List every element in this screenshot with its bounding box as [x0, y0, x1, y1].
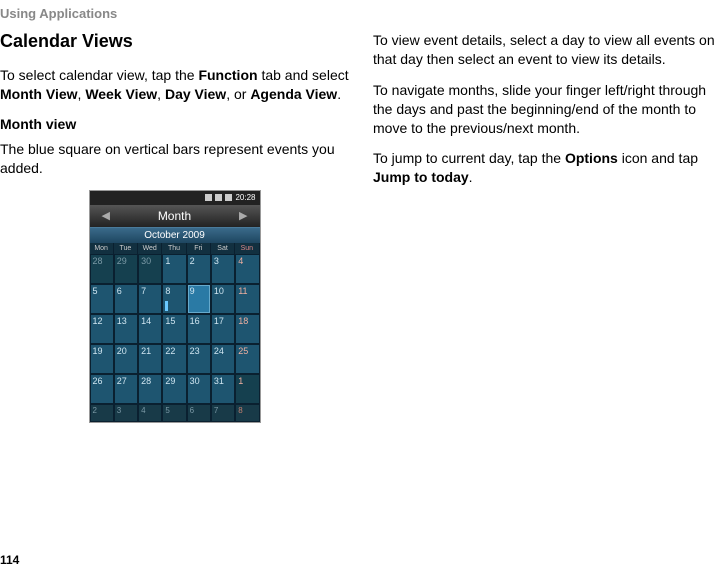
dow-mon: Mon — [90, 243, 114, 254]
day-cell: 18 — [235, 314, 259, 344]
intro-paragraph: To select calendar view, tap the Functio… — [0, 66, 349, 104]
day-cell: 24 — [211, 344, 235, 374]
function-label: Function — [198, 67, 257, 83]
day-cell: 4 — [138, 404, 162, 422]
day-cell: 19 — [90, 344, 114, 374]
day-cell: 6 — [187, 404, 211, 422]
content-columns: Calendar Views To select calendar view, … — [0, 31, 722, 423]
month-view-subhead: Month view — [0, 116, 349, 132]
signal-icon — [205, 194, 212, 201]
day-cell: 12 — [90, 314, 114, 344]
day-cell: 28 — [90, 254, 114, 284]
dow-wed: Wed — [138, 243, 162, 254]
text: . — [337, 86, 341, 102]
day-cell: 3 — [114, 404, 138, 422]
dow-tue: Tue — [114, 243, 138, 254]
options-label: Options — [565, 150, 618, 166]
day-cell-today: 9 — [187, 284, 211, 314]
day-cell: 2 — [187, 254, 211, 284]
network-icon — [215, 194, 222, 201]
day-cell: 5 — [162, 404, 186, 422]
day-cell: 4 — [235, 254, 259, 284]
phone-screenshot: 20:28 ◀ Month ▶ October 2009 Mon Tue Wed… — [89, 190, 261, 423]
day-cell: 15 — [162, 314, 186, 344]
month-view-label: Month View — [0, 86, 78, 102]
jump-to-today-label: Jump to today — [373, 169, 469, 185]
day-cell: 3 — [211, 254, 235, 284]
text: , or — [226, 86, 250, 102]
day-cell: 8 — [235, 404, 259, 422]
day-view-label: Day View — [165, 86, 226, 102]
day-of-week-row: Mon Tue Wed Thu Fri Sat Sun — [90, 243, 260, 254]
day-cell: 16 — [187, 314, 211, 344]
day-cell: 26 — [90, 374, 114, 404]
day-cell: 7 — [211, 404, 235, 422]
day-cell: 29 — [114, 254, 138, 284]
page-number: 114 — [0, 553, 19, 567]
dow-thu: Thu — [162, 243, 186, 254]
day-cell: 7 — [138, 284, 162, 314]
day-cell: 27 — [114, 374, 138, 404]
text: . — [469, 169, 473, 185]
day-cell: 30 — [138, 254, 162, 284]
day-cell: 30 — [187, 374, 211, 404]
day-cell: 14 — [138, 314, 162, 344]
week-view-label: Week View — [85, 86, 157, 102]
agenda-view-label: Agenda View — [250, 86, 337, 102]
next-month-row: 2 3 4 5 6 7 8 — [90, 404, 260, 422]
chevron-left-icon: ◀ — [102, 209, 110, 222]
view-tab: ◀ Month ▶ — [90, 205, 260, 227]
month-view-desc: The blue square on vertical bars represe… — [0, 140, 349, 178]
right-column: To view event details, select a day to v… — [373, 31, 722, 423]
battery-icon — [225, 194, 232, 201]
day-cell: 23 — [187, 344, 211, 374]
text: icon and tap — [618, 150, 698, 166]
day-cell: 13 — [114, 314, 138, 344]
text: , — [157, 86, 165, 102]
day-cell: 31 — [211, 374, 235, 404]
page-header: Using Applications — [0, 0, 722, 31]
status-bar: 20:28 — [90, 191, 260, 205]
text: To jump to current day, tap the — [373, 150, 565, 166]
day-cell: 6 — [114, 284, 138, 314]
day-cell: 17 — [211, 314, 235, 344]
month-title: October 2009 — [90, 227, 260, 243]
day-cell: 1 — [235, 374, 259, 404]
navigate-months-paragraph: To navigate months, slide your finger le… — [373, 81, 722, 138]
day-cell: 1 — [162, 254, 186, 284]
chevron-right-icon: ▶ — [239, 209, 247, 222]
day-cell: 8 — [162, 284, 186, 314]
day-cell: 22 — [162, 344, 186, 374]
day-cell: 11 — [235, 284, 259, 314]
tab-label: Month — [158, 209, 191, 223]
section-title: Calendar Views — [0, 31, 349, 52]
left-column: Calendar Views To select calendar view, … — [0, 31, 349, 423]
dow-fri: Fri — [187, 243, 211, 254]
dow-sun: Sun — [235, 243, 259, 254]
day-cell: 25 — [235, 344, 259, 374]
day-cell: 2 — [90, 404, 114, 422]
day-cell: 28 — [138, 374, 162, 404]
jump-today-paragraph: To jump to current day, tap the Options … — [373, 149, 722, 187]
event-details-paragraph: To view event details, select a day to v… — [373, 31, 722, 69]
day-cell: 10 — [211, 284, 235, 314]
dow-sat: Sat — [211, 243, 235, 254]
text: tab and select — [258, 67, 349, 83]
text: To select calendar view, tap the — [0, 67, 198, 83]
status-time: 20:28 — [235, 193, 255, 202]
day-cell: 21 — [138, 344, 162, 374]
day-cell: 5 — [90, 284, 114, 314]
calendar-grid: 28 29 30 1 2 3 4 5 6 7 8 9 10 11 12 13 1… — [90, 254, 260, 404]
day-cell: 20 — [114, 344, 138, 374]
day-cell: 29 — [162, 374, 186, 404]
